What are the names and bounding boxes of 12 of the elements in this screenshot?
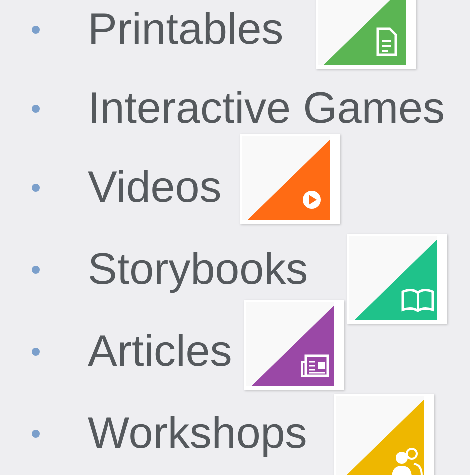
bullet-dot	[32, 430, 40, 438]
list-item-label: Interactive Games	[88, 84, 446, 134]
bullet-dot	[32, 184, 40, 192]
list-item-label: Videos	[88, 163, 222, 213]
list-item-label: Printables	[88, 5, 284, 55]
list-item-label: Articles	[88, 327, 232, 377]
bullet-dot	[32, 26, 40, 34]
bullet-dot	[32, 266, 40, 274]
list-item-label: Storybooks	[88, 245, 308, 295]
bullet-dot	[32, 348, 40, 356]
bullet-dot	[32, 105, 40, 113]
list-item-label: Workshops	[88, 409, 308, 459]
